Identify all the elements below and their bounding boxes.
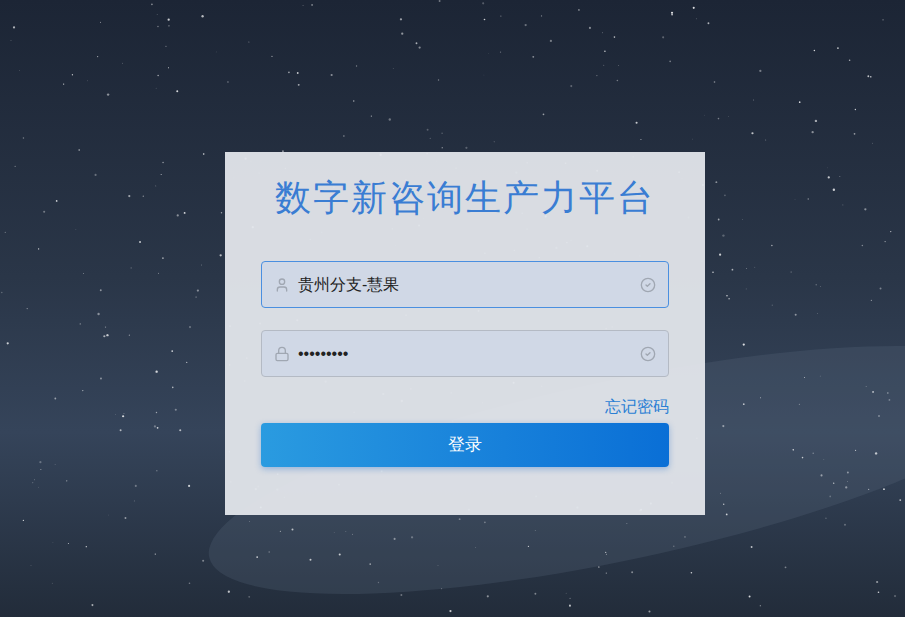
platform-title: 数字新咨询生产力平台 bbox=[261, 176, 669, 220]
password-field[interactable]: ••••••••• bbox=[261, 330, 669, 377]
login-card: 数字新咨询生产力平台贵州分支-慧果 ••••••••• 忘记密码登录 bbox=[225, 152, 705, 515]
login-page: 数字新咨询生产力平台贵州分支-慧果 ••••••••• 忘记密码登录 bbox=[0, 0, 905, 617]
user-icon bbox=[274, 277, 290, 293]
valid-check-icon bbox=[640, 346, 656, 362]
login-button[interactable]: 登录 bbox=[261, 423, 669, 467]
forgot-password-link[interactable]: 忘记密码 bbox=[605, 398, 669, 416]
lock-icon bbox=[274, 346, 290, 362]
field-value: ••••••••• bbox=[298, 342, 632, 366]
field-value: 贵州分支-慧果 bbox=[298, 273, 632, 297]
username-field[interactable]: 贵州分支-慧果 bbox=[261, 261, 669, 308]
valid-check-icon bbox=[640, 277, 656, 293]
